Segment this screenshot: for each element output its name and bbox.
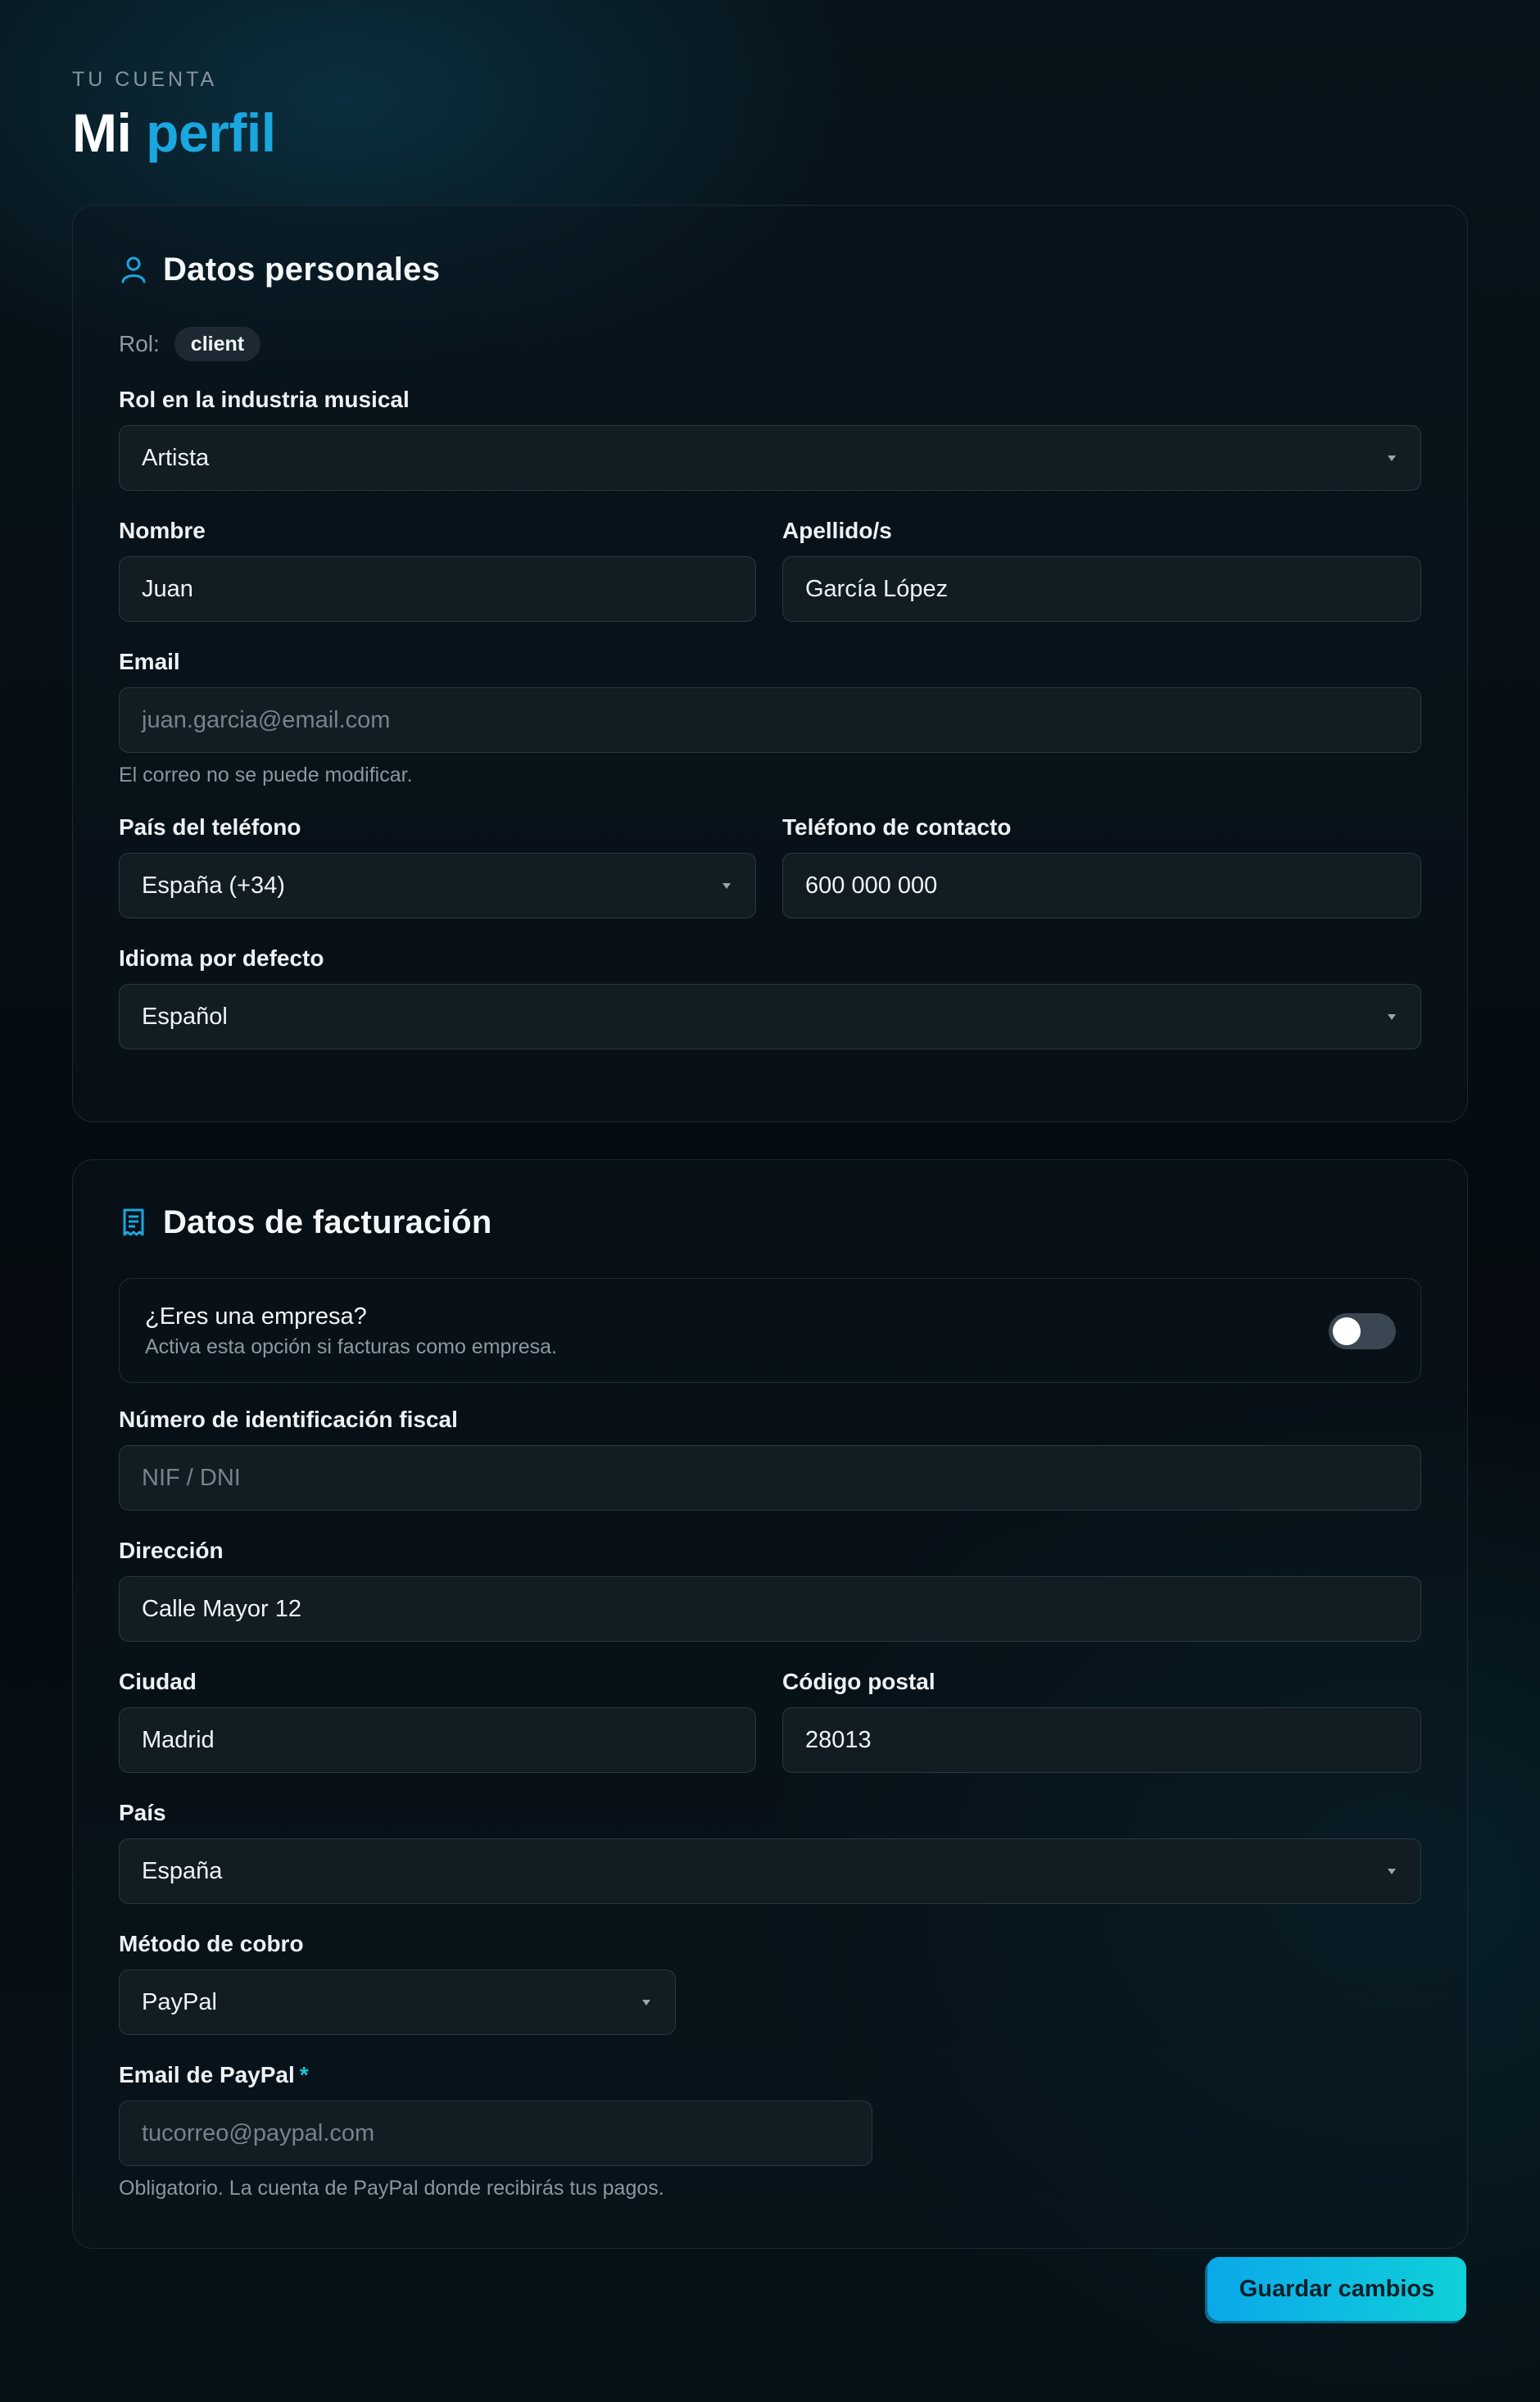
phone-country-value: España (+34): [142, 872, 285, 899]
industry-role-value: Artista: [142, 444, 210, 471]
language-select[interactable]: Español: [119, 984, 1421, 1049]
phone-input[interactable]: 600 000 000: [782, 853, 1421, 918]
paypal-email-field[interactable]: tucorreo@paypal.com: [119, 2101, 872, 2166]
chevron-down-icon: [1388, 1013, 1396, 1020]
chevron-down-icon: [642, 1999, 650, 2005]
role-row: Rol: client: [119, 325, 261, 363]
email-label: Email: [119, 649, 180, 674]
chevron-down-icon: [1388, 1868, 1396, 1874]
email-hint: El correo no se puede modificar.: [119, 764, 413, 786]
industry-role-label: Rol en la industria musical: [119, 387, 410, 412]
billing-data-header: Datos de facturación: [119, 1201, 492, 1244]
role-badge: client: [174, 327, 261, 361]
receipt-icon: [119, 1208, 148, 1237]
personal-data-card: Datos personales Rol: client Rol en la i…: [72, 205, 1468, 1122]
postal-code-value: 28013: [805, 1726, 872, 1753]
profile-page: TU CUENTA Mi perfil Datos personales Rol…: [72, 66, 1468, 2249]
required-mark: *: [299, 2062, 309, 2087]
first-name-input[interactable]: Juan: [119, 556, 756, 622]
phone-country-select[interactable]: España (+34): [119, 853, 756, 918]
last-name-input[interactable]: García López: [782, 556, 1421, 622]
postal-code-input[interactable]: 28013: [782, 1707, 1421, 1773]
paypal-email-label-text: Email de PayPal: [119, 2062, 295, 2087]
first-name-label: Nombre: [119, 518, 206, 543]
company-toggle-switch[interactable]: [1329, 1313, 1396, 1349]
company-toggle-title: ¿Eres una empresa?: [145, 1303, 367, 1330]
email-value: juan.garcia@email.com: [142, 706, 391, 733]
address-input[interactable]: Calle Mayor 12: [119, 1576, 1421, 1642]
payout-method-value: PayPal: [142, 1988, 217, 2015]
tax-id-label: Número de identificación fiscal: [119, 1407, 458, 1432]
payout-method-select[interactable]: PayPal: [119, 1969, 676, 2035]
phone-value: 600 000 000: [805, 872, 938, 899]
role-label: Rol:: [119, 331, 160, 356]
toggle-knob: [1333, 1317, 1361, 1345]
language-value: Español: [142, 1003, 228, 1030]
postal-code-label: Código postal: [782, 1669, 935, 1694]
payout-method-label: Método de cobro: [119, 1931, 304, 1956]
address-value: Calle Mayor 12: [142, 1595, 302, 1622]
city-value: Madrid: [142, 1726, 215, 1753]
user-icon: [119, 255, 148, 284]
country-label: País: [119, 1800, 166, 1825]
page-title-plain: Mi: [72, 102, 132, 163]
save-button[interactable]: Guardar cambios: [1207, 2257, 1466, 2321]
tax-id-input[interactable]: NIF / DNI: [119, 1445, 1421, 1511]
chevron-down-icon: [722, 882, 731, 889]
personal-data-title: Datos personales: [163, 251, 441, 288]
company-toggle-subtitle: Activa esta opción si facturas como empr…: [145, 1335, 558, 1358]
last-name-label: Apellido/s: [782, 518, 892, 543]
company-toggle-row: ¿Eres una empresa? Activa esta opción si…: [119, 1278, 1421, 1383]
country-value: España: [142, 1857, 223, 1884]
address-label: Dirección: [119, 1538, 224, 1563]
last-name-value: García López: [805, 575, 949, 602]
paypal-email-label: Email de PayPal *: [119, 2061, 309, 2089]
billing-data-title: Datos de facturación: [163, 1203, 492, 1240]
city-input[interactable]: Madrid: [119, 1707, 756, 1773]
industry-role-select[interactable]: Artista: [119, 425, 1421, 491]
tax-id-placeholder: NIF / DNI: [142, 1464, 241, 1491]
phone-country-label: País del teléfono: [119, 814, 301, 840]
paypal-email-placeholder: tucorreo@paypal.com: [142, 2119, 375, 2146]
billing-data-card: Datos de facturación ¿Eres una empresa? …: [72, 1159, 1468, 2249]
phone-label: Teléfono de contacto: [782, 814, 1012, 840]
paypal-email-hint: Obligatorio. La cuenta de PayPal donde r…: [119, 2177, 664, 2200]
page-title-accent: perfil: [146, 102, 276, 163]
city-label: Ciudad: [119, 1669, 197, 1694]
first-name-value: Juan: [142, 575, 193, 602]
personal-data-header: Datos personales: [119, 248, 440, 291]
language-label: Idioma por defecto: [119, 945, 324, 971]
email-field[interactable]: juan.garcia@email.com: [119, 687, 1421, 753]
page-eyebrow: TU CUENTA: [72, 68, 218, 91]
country-select[interactable]: España: [119, 1838, 1421, 1904]
page-title: Mi perfil: [72, 100, 1468, 165]
chevron-down-icon: [1388, 455, 1396, 461]
